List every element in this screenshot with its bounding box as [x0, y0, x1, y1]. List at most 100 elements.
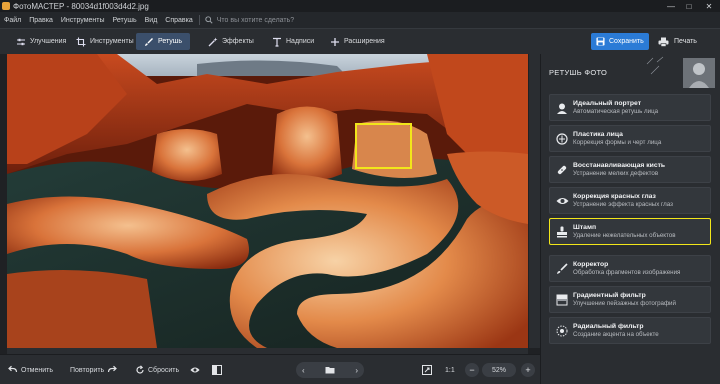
tool-red-eye[interactable]: Коррекция красных глаз Устранение эффекта… — [549, 187, 711, 214]
window-title: ФотоМАСТЕР - 80034d1f003d4d2.jpg — [13, 1, 149, 11]
bandage-icon — [552, 160, 572, 180]
tool-subtitle: Улучшение пейзажных фотографий — [573, 300, 676, 307]
portrait-thumbnail-icon — [646, 56, 715, 88]
tool-radial-filter[interactable]: Радиальный фильтр Создание акцента на объ… — [549, 317, 711, 344]
tool-stamp[interactable]: Штамп Удаление нежелательных объектов — [549, 218, 711, 245]
tab-label: Эффекты — [222, 38, 254, 45]
menu-view[interactable]: Вид — [141, 17, 162, 24]
tool-subtitle: Создание акцента на объекте — [573, 331, 659, 338]
redo-button[interactable]: Повторить — [70, 363, 118, 377]
menu-tools[interactable]: Инструменты — [57, 17, 109, 24]
tool-title: Градиентный фильтр — [573, 292, 646, 299]
tool-title: Коррекция красных глаз — [573, 193, 656, 200]
tool-title: Корректор — [573, 261, 609, 268]
tab-tools[interactable]: Инструменты — [68, 33, 142, 50]
tab-label: Инструменты — [90, 38, 134, 45]
folder-icon[interactable] — [325, 366, 335, 374]
compare-button[interactable] — [212, 363, 222, 377]
zoom-in-button[interactable]: + — [521, 363, 535, 377]
magic-wand-icon — [208, 37, 218, 46]
reset-button[interactable]: Сбросить — [135, 363, 179, 377]
save-button[interactable]: Сохранить — [591, 33, 649, 50]
tool-subtitle: Устранение мелких дефектов — [573, 170, 659, 177]
face-shape-icon — [552, 129, 572, 149]
tool-title: Восстанавливающая кисть — [573, 162, 666, 169]
photo-canyon[interactable] — [7, 54, 528, 348]
tab-retouch[interactable]: Ретушь — [136, 33, 191, 50]
maximize-button[interactable]: □ — [680, 0, 698, 12]
tool-title: Пластика лица — [573, 131, 623, 138]
tab-effects[interactable]: Эффекты — [200, 33, 262, 50]
save-label: Сохранить — [609, 38, 644, 45]
menu-divider — [198, 15, 200, 25]
menu-retouch[interactable]: Ретушь — [109, 17, 141, 24]
bottom-bar: Отменить Повторить Сбросить ‹ › 1:1 − 52… — [0, 354, 540, 384]
stamp-icon — [552, 222, 572, 242]
tab-label: Надписи — [286, 38, 315, 45]
tool-face-shape[interactable]: Пластика лица Коррекция формы и черт лица — [549, 125, 711, 152]
fit-screen-icon — [422, 365, 432, 375]
printer-icon — [658, 37, 669, 47]
corrector-brush-icon — [552, 259, 572, 279]
tool-subtitle: Устранение эффекта красных глаз — [573, 201, 673, 208]
tab-enhancements[interactable]: Улучшения — [8, 33, 74, 50]
tab-label: Улучшения — [30, 38, 67, 45]
title-bar: ФотоМАСТЕР - 80034d1f003d4d2.jpg — □ ✕ — [0, 0, 720, 12]
tab-label: Расширения — [344, 38, 385, 45]
actual-size-button[interactable]: 1:1 — [445, 363, 455, 377]
tool-title: Радиальный фильтр — [573, 323, 644, 330]
floppy-disk-icon — [596, 37, 605, 46]
reset-label: Сбросить — [148, 366, 180, 374]
menu-bar: Файл Правка Инструменты Ретушь Вид Справ… — [0, 12, 720, 28]
next-image-button[interactable]: › — [355, 366, 358, 375]
zoom-out-button[interactable]: − — [465, 363, 479, 377]
app-logo-icon — [2, 2, 10, 10]
zoom-level[interactable]: 52% — [482, 363, 516, 377]
reset-icon — [136, 365, 144, 374]
undo-button[interactable]: Отменить — [8, 363, 53, 377]
gradient-icon — [552, 290, 572, 310]
menu-help[interactable]: Справка — [161, 17, 196, 24]
print-button[interactable]: Печать — [655, 33, 710, 50]
close-button[interactable]: ✕ — [698, 0, 720, 12]
tool-subtitle: Обработка фрагментов изображения — [573, 269, 681, 276]
actual-size-label: 1:1 — [445, 366, 455, 374]
tool-gradient-filter[interactable]: Градиентный фильтр Улучшение пейзажных фо… — [549, 286, 711, 313]
crop-icon — [76, 37, 86, 46]
tool-corrector[interactable]: Корректор Обработка фрагментов изображени… — [549, 255, 711, 282]
redo-label: Повторить — [70, 366, 105, 374]
sliders-icon — [17, 38, 25, 45]
image-canvas[interactable] — [0, 54, 540, 354]
minimize-button[interactable]: — — [662, 0, 680, 12]
tab-extensions[interactable]: Расширения — [322, 33, 393, 50]
tab-label: Ретушь — [158, 38, 183, 45]
retouch-panel: РЕТУШЬ ФОТО Идеальный портрет Автоматичес… — [540, 54, 720, 384]
eye-icon — [552, 191, 572, 211]
tool-subtitle: Автоматическая ретушь лица — [573, 108, 659, 115]
tool-subtitle: Удаление нежелательных объектов — [573, 232, 676, 239]
tool-title: Идеальный портрет — [573, 100, 642, 107]
tool-ideal-portrait[interactable]: Идеальный портрет Автоматическая ретушь л… — [549, 94, 711, 121]
portrait-icon — [552, 98, 572, 118]
print-label: Печать — [674, 38, 697, 45]
undo-label: Отменить — [21, 366, 53, 374]
search-icon — [204, 15, 214, 25]
search-placeholder[interactable]: Что вы хотите сделать? — [217, 17, 294, 24]
panel-title: РЕТУШЬ ФОТО — [549, 68, 608, 77]
image-navigation: ‹ › — [296, 362, 364, 378]
eye-icon — [190, 367, 200, 373]
tool-title: Штамп — [573, 224, 597, 231]
fit-screen-button[interactable] — [422, 363, 432, 377]
tab-captions[interactable]: Надписи — [264, 33, 322, 50]
tool-healing-brush[interactable]: Восстанавливающая кисть Устранение мелких… — [549, 156, 711, 183]
undo-icon — [8, 365, 18, 373]
command-search[interactable]: Что вы хотите сделать? — [204, 15, 294, 25]
previous-image-button[interactable]: ‹ — [302, 366, 305, 375]
vertical-scrollbar[interactable] — [529, 54, 540, 348]
text-icon — [273, 37, 281, 47]
radial-icon — [552, 321, 572, 341]
menu-edit[interactable]: Правка — [25, 17, 57, 24]
tool-subtitle: Коррекция формы и черт лица — [573, 139, 662, 146]
menu-file[interactable]: Файл — [0, 17, 25, 24]
preview-toggle[interactable] — [190, 363, 200, 377]
